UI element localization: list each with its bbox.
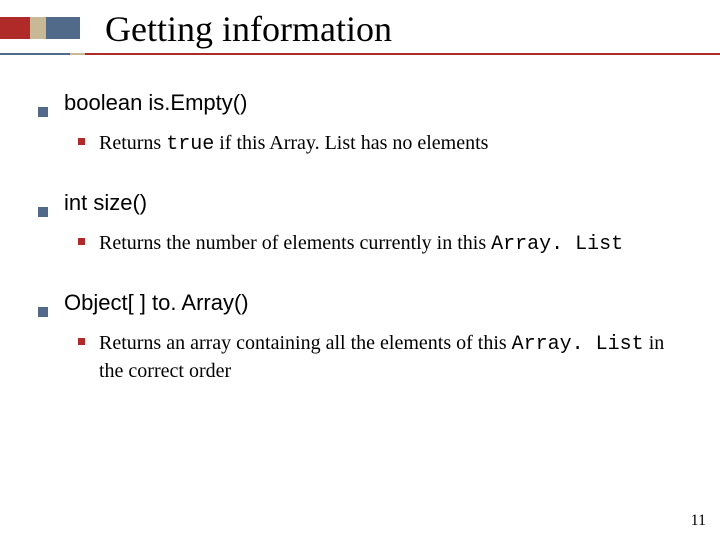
list-item: boolean is.Empty() Returns true if this …: [38, 90, 690, 158]
list-subitem: Returns an array containing all the elem…: [78, 330, 690, 384]
title-underline: [0, 53, 720, 55]
subitem-post: if this Array. List has no elements: [214, 132, 488, 154]
list-item: int size() Returns the number of element…: [38, 190, 690, 258]
subitem-text: Returns an array containing all the elem…: [99, 330, 680, 384]
bullet-square-icon: [38, 207, 48, 217]
list-item-header: int size(): [38, 190, 690, 216]
subitem-code: Array. List: [512, 333, 644, 356]
bullet-square-small-icon: [78, 238, 85, 245]
subitem-code: true: [166, 133, 214, 156]
bullet-square-small-icon: [78, 338, 85, 345]
list-item-header: boolean is.Empty(): [38, 90, 690, 116]
bullet-square-small-icon: [78, 138, 85, 145]
page-number: 11: [691, 512, 706, 530]
subitem-text: Returns true if this Array. List has no …: [99, 130, 488, 158]
subitem-pre: Returns the number of elements currently…: [99, 232, 491, 254]
item-header-text: int size(): [64, 190, 147, 216]
subitem-pre: Returns an array containing all the elem…: [99, 332, 512, 354]
item-header-text: boolean is.Empty(): [64, 90, 247, 116]
list-subitem: Returns true if this Array. List has no …: [78, 130, 690, 158]
slide-title: Getting information: [105, 8, 392, 50]
subitem-code: Array. List: [491, 233, 623, 256]
header-tan-block: [30, 17, 46, 39]
subitem-text: Returns the number of elements currently…: [99, 230, 623, 258]
subitem-pre: Returns: [99, 132, 166, 154]
header-red-block: [0, 17, 30, 39]
header-blue-block: [46, 17, 80, 39]
item-header-text: Object[ ] to. Array(): [64, 290, 249, 316]
bullet-square-icon: [38, 307, 48, 317]
list-item-header: Object[ ] to. Array(): [38, 290, 690, 316]
list-subitem: Returns the number of elements currently…: [78, 230, 690, 258]
list-item: Object[ ] to. Array() Returns an array c…: [38, 290, 690, 384]
slide-content: boolean is.Empty() Returns true if this …: [38, 90, 690, 416]
bullet-square-icon: [38, 107, 48, 117]
header-color-bar: [0, 17, 80, 39]
